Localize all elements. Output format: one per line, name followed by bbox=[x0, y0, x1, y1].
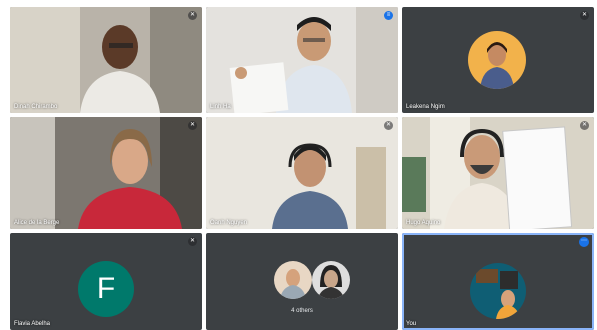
participant-tile[interactable]: Dinah Chirambo ✕ bbox=[10, 7, 202, 113]
participant-name: Hugo Aquino bbox=[406, 220, 441, 226]
participant-avatar bbox=[470, 263, 526, 319]
participant-name: You bbox=[406, 321, 417, 327]
self-tile[interactable]: You ⋯ bbox=[402, 233, 594, 330]
participant-name: Dinah Chirambo bbox=[14, 104, 58, 110]
mic-off-icon: ✕ bbox=[188, 121, 197, 130]
participant-initial-avatar: F bbox=[78, 261, 134, 317]
participant-avatar bbox=[274, 261, 312, 299]
participant-name: Oanh Nguyen bbox=[210, 220, 248, 226]
participant-name: Alice de la Berge bbox=[14, 220, 60, 226]
mic-off-icon: ✕ bbox=[580, 11, 589, 20]
participant-video bbox=[10, 7, 202, 113]
participant-name: Flavia Abelha bbox=[14, 321, 51, 327]
mic-off-icon: ✕ bbox=[188, 237, 197, 246]
participant-avatar bbox=[312, 261, 350, 299]
participant-video bbox=[206, 117, 398, 229]
participant-video bbox=[10, 117, 202, 229]
participant-tile[interactable]: Linh Ha ≡ bbox=[206, 7, 398, 113]
participant-name: Linh Ha bbox=[210, 104, 231, 110]
mic-off-icon: ✕ bbox=[384, 121, 393, 130]
more-options-icon[interactable]: ⋯ bbox=[579, 237, 589, 247]
participant-video bbox=[402, 117, 594, 229]
video-grid: Dinah Chirambo ✕ Linh Ha ≡ Leakena Ngim … bbox=[10, 7, 594, 330]
mic-off-icon: ✕ bbox=[580, 121, 589, 130]
speaking-icon: ≡ bbox=[384, 11, 393, 20]
participant-tile[interactable]: Alice de la Berge ✕ bbox=[10, 117, 202, 229]
others-count-label: 4 others bbox=[291, 308, 313, 314]
participant-avatar bbox=[468, 31, 526, 89]
participant-tile[interactable]: Leakena Ngim ✕ bbox=[402, 7, 594, 113]
others-tile[interactable]: 4 others bbox=[206, 233, 398, 330]
participant-tile[interactable]: Hugo Aquino ✕ bbox=[402, 117, 594, 229]
participant-tile[interactable]: F Flavia Abelha ✕ bbox=[10, 233, 202, 330]
participant-video bbox=[206, 7, 398, 113]
participant-tile[interactable]: Oanh Nguyen ✕ bbox=[206, 117, 398, 229]
mic-off-icon: ✕ bbox=[188, 11, 197, 20]
participant-name: Leakena Ngim bbox=[406, 104, 445, 110]
